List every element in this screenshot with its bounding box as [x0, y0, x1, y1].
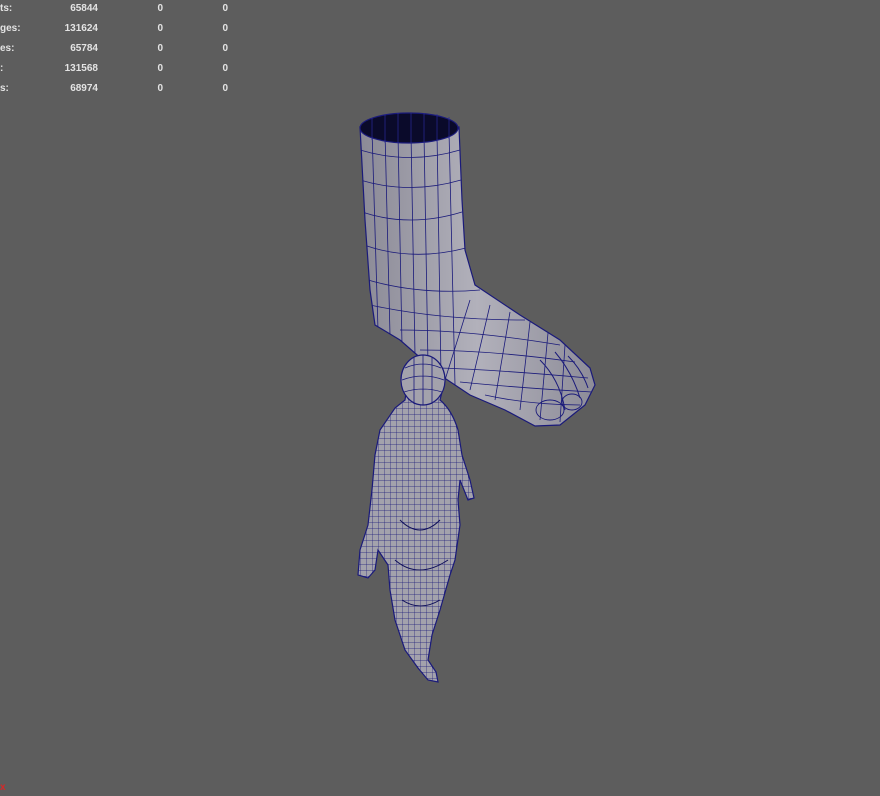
hud-label: ts: — [0, 3, 13, 14]
hud-label: es: — [0, 43, 15, 54]
hud-label: ges: — [0, 23, 21, 34]
hud-value: 131568 — [64, 63, 98, 74]
hud-row-verts: ts: 65844 0 0 — [0, 0, 240, 20]
hud-selected: 0 — [157, 83, 163, 94]
hud-label: s: — [0, 83, 9, 94]
scene-canvas[interactable] — [0, 0, 880, 796]
hud-selected: 0 — [157, 23, 163, 34]
hud-triangles: 0 — [222, 83, 228, 94]
hud-value: 68974 — [70, 83, 98, 94]
female-figure-model[interactable] — [350, 350, 480, 690]
hud-selected: 0 — [157, 3, 163, 14]
hud-row-tris: : 131568 0 0 — [0, 60, 240, 80]
hud-value: 131624 — [64, 23, 98, 34]
hud-label: : — [0, 63, 4, 74]
hud-row-faces: es: 65784 0 0 — [0, 40, 240, 60]
hud-selected: 0 — [157, 63, 163, 74]
foot-opening — [359, 112, 459, 144]
foot-model[interactable] — [359, 112, 596, 427]
poly-count-hud: ts: 65844 0 0 ges: 131624 0 0 es: 65784 … — [0, 0, 240, 100]
hud-triangles: 0 — [222, 3, 228, 14]
hud-selected: 0 — [157, 43, 163, 54]
hud-triangles: 0 — [222, 63, 228, 74]
hud-triangles: 0 — [222, 43, 228, 54]
hud-row-uvs: s: 68974 0 0 — [0, 80, 240, 100]
3d-viewport[interactable]: ts: 65844 0 0 ges: 131624 0 0 es: 65784 … — [0, 0, 880, 796]
hud-row-edges: ges: 131624 0 0 — [0, 20, 240, 40]
hud-triangles: 0 — [222, 23, 228, 34]
axis-indicator-x: x — [0, 782, 6, 793]
hud-value: 65844 — [70, 3, 98, 14]
hud-value: 65784 — [70, 43, 98, 54]
